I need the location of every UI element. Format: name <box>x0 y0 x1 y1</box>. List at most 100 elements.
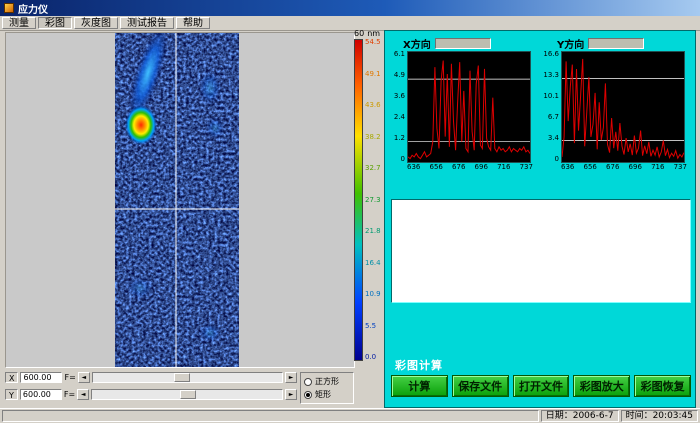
chart-x-title: X方向 <box>403 36 431 51</box>
x-slider-thumb[interactable] <box>174 373 190 382</box>
chart-y-direction: Y方向 16.6 13.3 10.1 6.7 3.4 0 636 656 676 696 716 7… <box>541 36 689 172</box>
chart-x-plot <box>407 51 531 163</box>
x-tick-label: 656 <box>430 163 443 172</box>
y-axis-label: Y <box>5 389 18 400</box>
chart-y-title: Y方向 <box>557 36 584 51</box>
y-left-arrow-button[interactable]: ◄ <box>77 389 89 400</box>
heatmap-image[interactable] <box>115 33 239 367</box>
calc-section-title: 彩图计算 <box>395 357 443 373</box>
window-title: 应力仪 <box>18 1 48 16</box>
y-tick-label: 13.3 <box>543 72 559 79</box>
chart-x-xaxis: 636 656 676 696 716 737 <box>407 163 533 172</box>
chart-y-plot <box>561 51 685 163</box>
colorbar-tick-label: 38.2 <box>365 134 381 141</box>
x-left-arrow-button[interactable]: ◄ <box>78 372 90 383</box>
colorbar-tick-label: 21.8 <box>365 228 381 235</box>
y-position-slider[interactable] <box>91 389 283 400</box>
colorbar-tick-label: 54.5 <box>365 39 381 46</box>
calc-button-1[interactable]: 计算 <box>391 375 448 397</box>
calc-button-4[interactable]: 彩图放大 <box>573 375 630 397</box>
shape-radio-group: 正方形矩形 <box>300 372 354 404</box>
menu-item-4[interactable]: 测试报告 <box>120 17 174 29</box>
chart-y-yaxis: 16.6 13.3 10.1 6.7 3.4 0 <box>541 51 561 163</box>
y-tick-label: 6.7 <box>548 114 559 121</box>
y-tick-label: 0 <box>555 156 559 163</box>
y-position-input[interactable] <box>20 389 62 400</box>
chart-x-value-box <box>435 38 491 49</box>
menu-bar: 测量彩图灰度图测试报告帮助 <box>0 16 700 31</box>
charts-row: X方向 6.14.93.62.41.20 636656676696716737 … <box>385 31 695 172</box>
menu-item-3[interactable]: 灰度图 <box>74 17 118 29</box>
x-tick-label: 636 <box>561 163 574 172</box>
radio-circle[interactable] <box>304 391 312 399</box>
y-slider-thumb[interactable] <box>180 390 196 399</box>
title-bar: 应力仪 <box>0 0 700 16</box>
y-tick-label: 10.1 <box>543 93 559 100</box>
x-tick-label: 737 <box>674 163 687 172</box>
colorbar-tick-label: 5.5 <box>365 323 381 330</box>
colorbar-tick-label: 10.9 <box>365 291 381 298</box>
x-tick-label: 676 <box>606 163 619 172</box>
x-tick-label: 696 <box>475 163 488 172</box>
menu-item-1[interactable]: 测量 <box>2 17 36 29</box>
colorbar-tick-label: 16.4 <box>365 260 381 267</box>
colorbar-tick-label: 0.0 <box>365 354 381 361</box>
x-tick-label: 656 <box>584 163 597 172</box>
analysis-panel: X方向 6.14.93.62.41.20 636656676696716737 … <box>384 30 696 408</box>
chart-y-xaxis: 636 656 676 696 716 737 <box>561 163 687 172</box>
x-right-arrow-button[interactable]: ► <box>285 372 297 383</box>
image-display-area <box>5 32 355 368</box>
y-position-control: Y F= ◄ ► <box>5 388 297 401</box>
calc-button-5[interactable]: 彩图恢复 <box>634 375 691 397</box>
y-tick-label: 2.4 <box>394 114 405 121</box>
x-tick-label: 716 <box>497 163 510 172</box>
y-f-label: F= <box>64 390 75 399</box>
color-scale-gradient-bar <box>354 39 363 361</box>
status-date: 日期：2006-6-7 <box>541 410 619 422</box>
radio-option-2[interactable]: 矩形 <box>304 390 350 399</box>
x-axis-label: X <box>5 372 18 383</box>
y-tick-label: 6.1 <box>394 51 405 58</box>
radio-label: 矩形 <box>315 390 331 399</box>
colorbar-tick-label: 49.1 <box>365 71 381 78</box>
colorbar-tick-label: 27.3 <box>365 197 381 204</box>
x-tick-label: 676 <box>452 163 465 172</box>
calc-buttons: 计算保存文件打开文件彩图放大彩图恢复 <box>391 375 691 397</box>
status-bar-spacer <box>2 410 539 422</box>
x-f-label: F= <box>64 373 75 382</box>
app-icon <box>4 3 14 13</box>
x-position-input[interactable] <box>20 372 62 383</box>
menu-item-5[interactable]: 帮助 <box>176 17 210 29</box>
x-tick-label: 696 <box>629 163 642 172</box>
x-tick-label: 636 <box>407 163 420 172</box>
color-scale: 60 nm 54.5 49.1 43.6 38.2 32.7 27.3 21.8 16.4 10… <box>354 29 384 361</box>
colorbar-ticks: 54.5 49.1 43.6 38.2 32.7 27.3 21.8 16.4 10.9 5.5 0… <box>365 39 381 361</box>
calc-button-3[interactable]: 打开文件 <box>513 375 570 397</box>
colorbar-tick-label: 43.6 <box>365 102 381 109</box>
radio-option-1[interactable]: 正方形 <box>304 377 350 386</box>
y-tick-label: 16.6 <box>543 51 559 58</box>
x-tick-label: 716 <box>651 163 664 172</box>
calc-button-2[interactable]: 保存文件 <box>452 375 509 397</box>
chart-y-value-box <box>588 38 644 49</box>
x-position-control: X F= ◄ ► <box>5 371 297 384</box>
radio-label: 正方形 <box>315 377 339 386</box>
color-scale-max: 60 <box>354 29 364 38</box>
x-position-slider[interactable] <box>92 372 283 383</box>
status-bar: 日期：2006-6-7 时间：20:03:45 <box>0 408 700 423</box>
status-time: 时间：20:03:45 <box>621 410 698 422</box>
y-tick-label: 1.2 <box>394 135 405 142</box>
color-scale-unit: nm <box>367 29 380 38</box>
y-tick-label: 3.6 <box>394 93 405 100</box>
y-tick-label: 4.9 <box>394 72 405 79</box>
x-tick-label: 737 <box>520 163 533 172</box>
y-right-arrow-button[interactable]: ► <box>285 389 297 400</box>
chart-x-yaxis: 6.1 4.9 3.6 2.4 1.2 0 <box>387 51 407 163</box>
y-tick-label: 0 <box>401 156 405 163</box>
menu-item-2[interactable]: 彩图 <box>38 17 72 29</box>
chart-x-direction: X方向 6.1 4.9 3.6 2.4 1.2 0 636 656 676 696 716 737 <box>387 36 535 172</box>
colorbar-tick-label: 32.7 <box>365 165 381 172</box>
y-tick-label: 3.4 <box>548 135 559 142</box>
results-listbox[interactable] <box>391 199 691 303</box>
radio-circle[interactable] <box>304 378 312 386</box>
